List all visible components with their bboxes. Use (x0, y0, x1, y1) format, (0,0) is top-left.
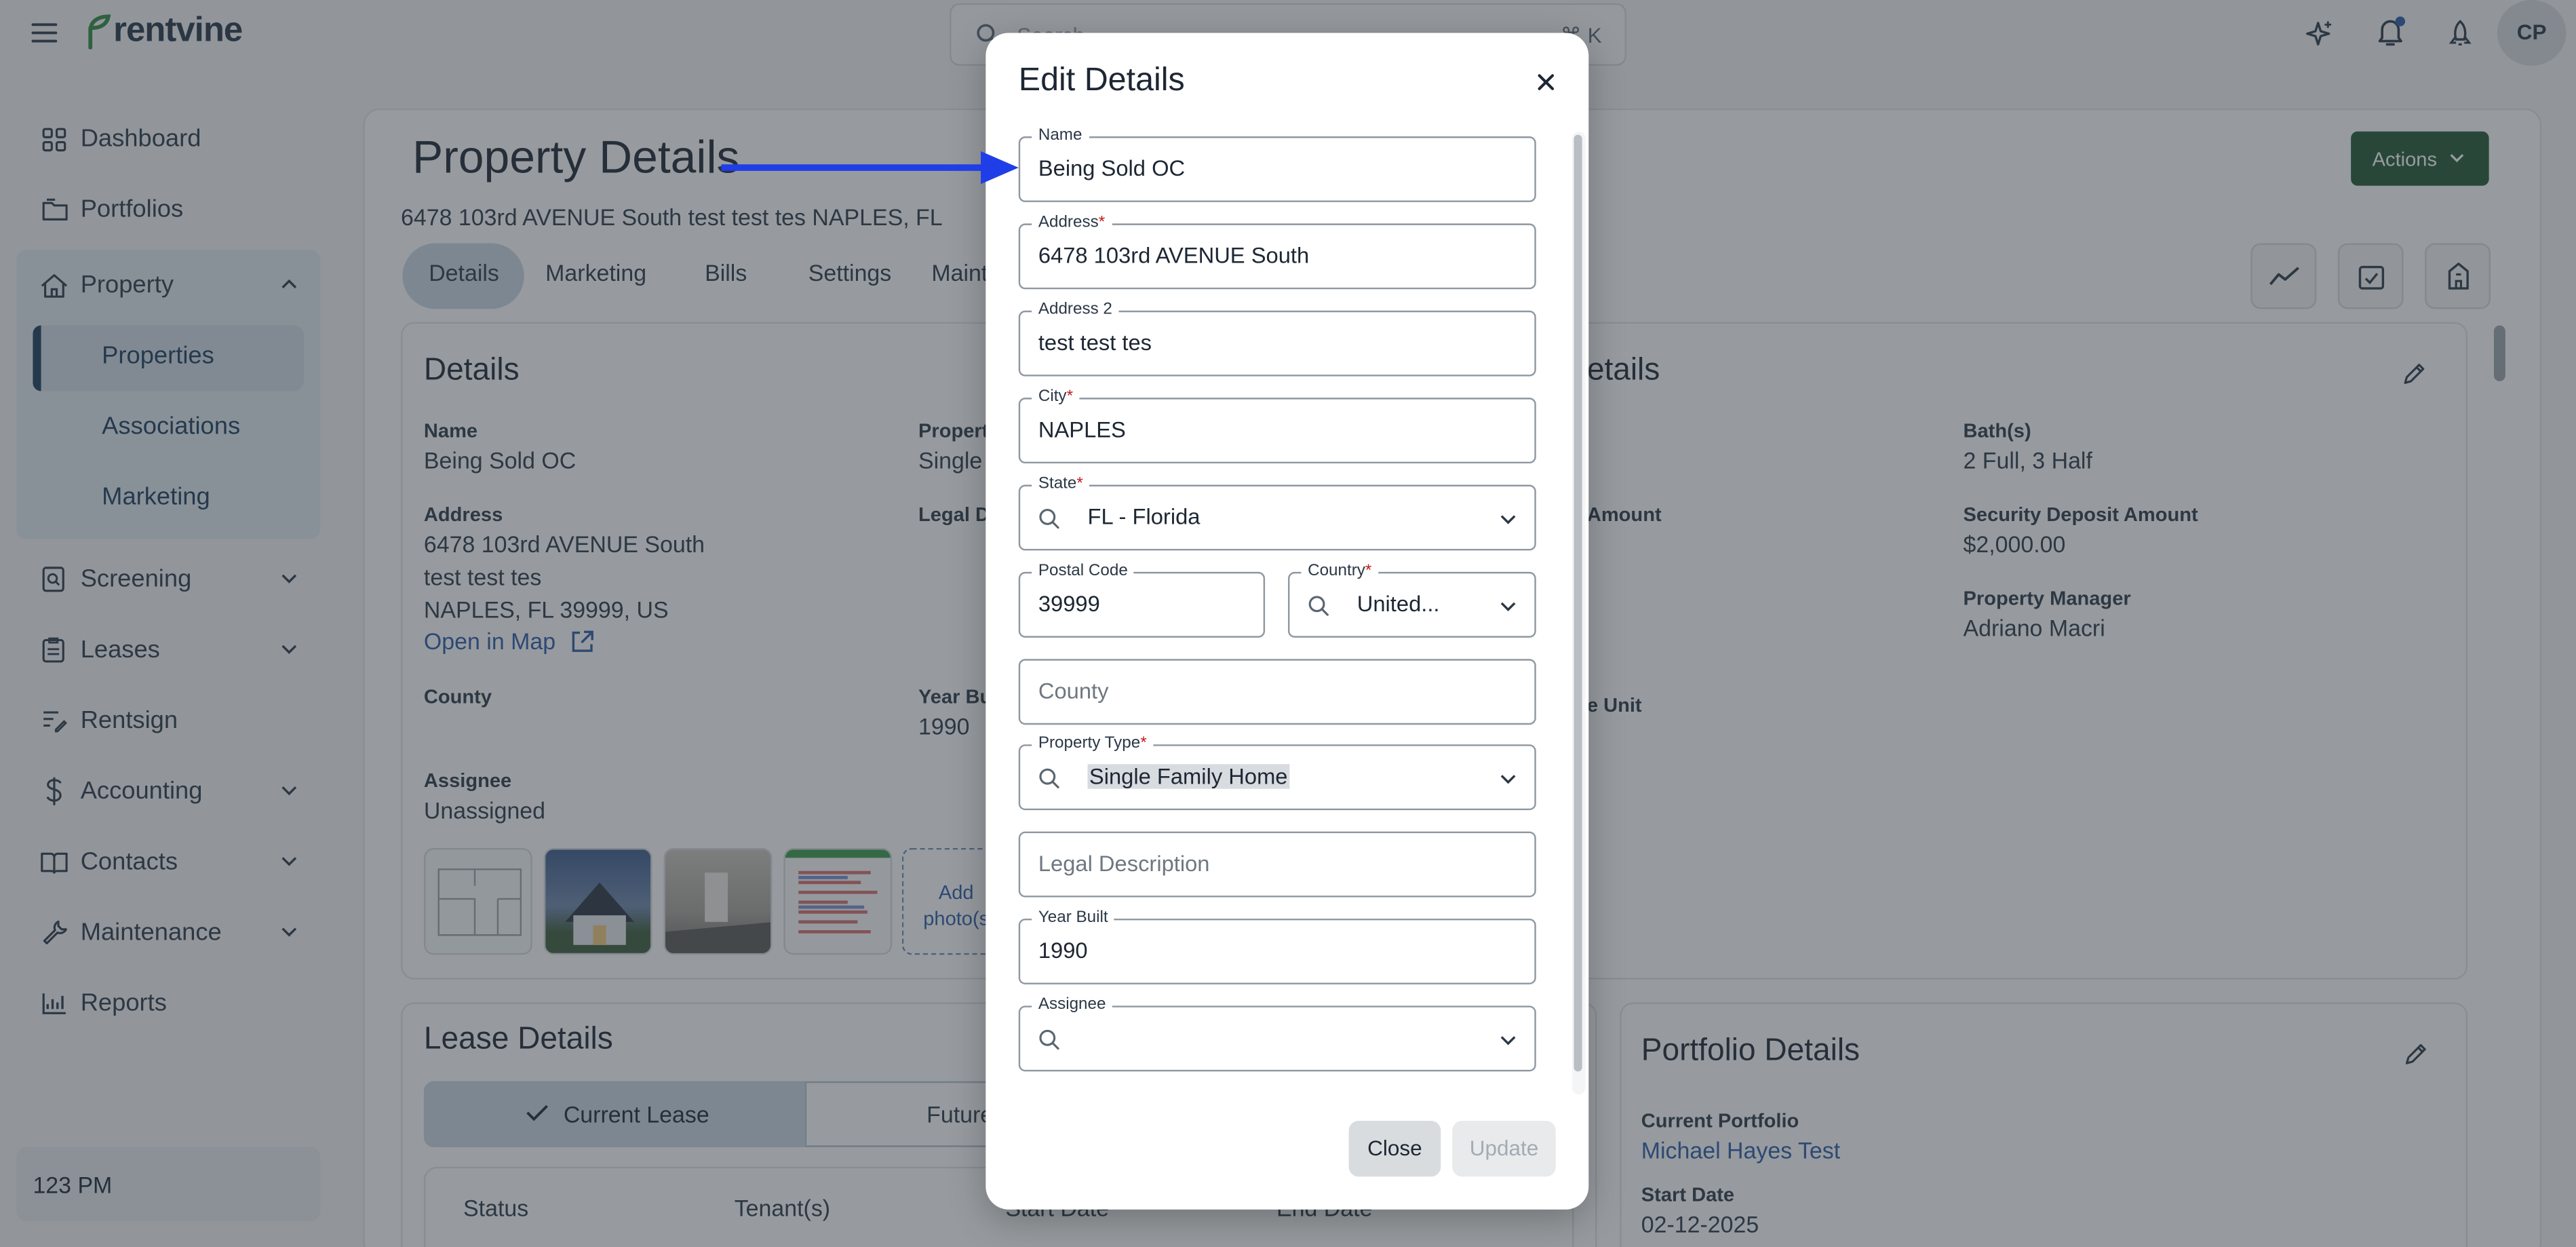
address2-field[interactable]: Address 2 test test tes (1018, 299, 1536, 377)
city-field-label: City* (1032, 386, 1080, 408)
assignee-label: Assignee (1032, 994, 1113, 1016)
address-field-value: 6478 103rd AVENUE South (1038, 243, 1310, 268)
city-field[interactable]: City* NAPLES (1018, 386, 1536, 464)
county-field[interactable]: County (1018, 659, 1536, 725)
update-button[interactable]: Update (1452, 1120, 1556, 1177)
address-field-label: Address* (1032, 212, 1112, 233)
address2-field-value: test test tes (1038, 330, 1152, 356)
postal-code-label: Postal Code (1032, 560, 1135, 582)
modal-scrollbar[interactable] (1574, 134, 1582, 1072)
property-type-label: Property Type* (1032, 733, 1154, 754)
assignee-select[interactable]: Assignee (1018, 994, 1536, 1072)
year-built-label: Year Built (1032, 907, 1115, 929)
city-field-value: NAPLES (1038, 417, 1126, 442)
close-icon[interactable] (1533, 69, 1559, 96)
search-icon (1039, 509, 1059, 529)
postal-code-field[interactable]: Postal Code 39999 (1018, 560, 1266, 638)
edit-details-modal: Edit Details Name Being Sold OC Address*… (985, 33, 1589, 1210)
search-icon (1308, 596, 1329, 616)
address-field[interactable]: Address* 6478 103rd AVENUE South (1018, 212, 1536, 290)
modal-title: Edit Details (1018, 62, 1185, 99)
chevron-down-icon (1500, 515, 1516, 524)
property-type-value: Single Family Home (1087, 764, 1289, 789)
legal-description-field[interactable]: Legal Description (1018, 831, 1536, 898)
state-field-label: State* (1032, 473, 1090, 495)
postal-code-value: 39999 (1038, 591, 1100, 617)
legal-description-placeholder: Legal Description (1038, 851, 1210, 877)
name-field-value: Being Sold OC (1038, 156, 1186, 181)
property-type-select[interactable]: Property Type* Single Family Home (1018, 733, 1536, 811)
name-field[interactable]: Name Being Sold OC (1018, 125, 1536, 202)
search-icon (1039, 768, 1059, 788)
country-select[interactable]: Country* United... (1288, 560, 1536, 638)
country-field-label: Country* (1301, 560, 1379, 582)
chevron-down-icon (1500, 602, 1516, 612)
state-field-value: FL - Florida (1087, 504, 1201, 529)
country-field-value: United... (1357, 591, 1440, 617)
year-built-field[interactable]: Year Built 1990 (1018, 907, 1536, 984)
search-icon (1039, 1029, 1059, 1050)
address2-field-label: Address 2 (1032, 299, 1119, 321)
arrow-annotation-icon (721, 151, 1019, 185)
state-select[interactable]: State* FL - Florida (1018, 473, 1536, 551)
name-field-label: Name (1032, 125, 1089, 147)
close-button[interactable]: Close (1348, 1120, 1441, 1177)
county-placeholder: County (1038, 678, 1109, 704)
year-built-value: 1990 (1038, 938, 1088, 963)
chevron-down-icon (1500, 1036, 1516, 1045)
chevron-down-icon (1500, 775, 1516, 784)
